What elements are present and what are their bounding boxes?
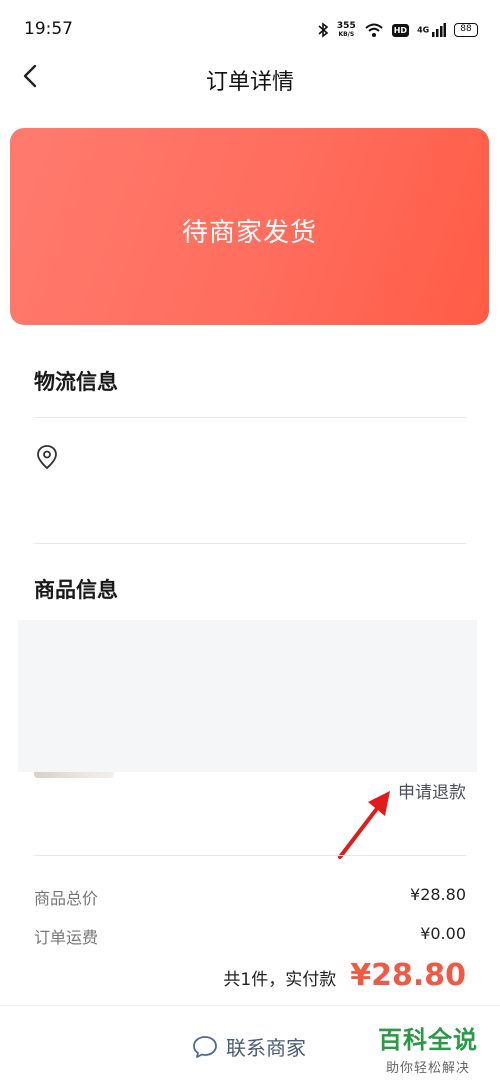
battery-icon: 88: [454, 23, 478, 37]
logistics-title: 物流信息: [34, 370, 118, 394]
signal-4g: 4G: [417, 23, 446, 37]
network-speed: 355 KB/S: [336, 21, 356, 39]
product-thumbnail: [34, 772, 114, 778]
status-bar: 19:57 355 KB/S HD 4G 88: [0, 0, 500, 56]
status-time: 19:57: [24, 19, 73, 39]
chat-bubble-icon: [193, 1035, 217, 1058]
total-count: 共1件，实付款: [223, 970, 337, 990]
watermark-subtitle: 助你轻松解决: [385, 1061, 470, 1076]
price-value: ¥28.80: [410, 885, 466, 904]
nav-bar: 订单详情: [0, 52, 500, 104]
divider: [34, 417, 466, 418]
wifi-icon: [365, 23, 383, 37]
price-row-shipping: 订单运费 ¥0.00: [34, 924, 466, 948]
total-amount: ¥28.80: [350, 958, 466, 993]
divider: [34, 855, 466, 856]
refund-button[interactable]: 申请退款: [398, 778, 466, 803]
hd-icon: HD: [391, 23, 410, 37]
watermark-title: 百科全说: [378, 1026, 478, 1054]
location-pin-icon[interactable]: [36, 444, 58, 470]
contact-seller-button[interactable]: 联系商家: [192, 1032, 306, 1061]
watermark-logo: 百科全说 助你轻松解决: [370, 1020, 486, 1076]
contact-seller-label: 联系商家: [226, 1036, 306, 1060]
signal-bars-icon: [432, 23, 446, 37]
price-value: ¥0.00: [420, 924, 466, 943]
order-status-banner: 待商家发货: [10, 128, 489, 325]
order-status-text: 待商家发货: [181, 218, 317, 248]
price-label: 商品总价: [34, 889, 99, 908]
product-card[interactable]: [18, 620, 477, 772]
status-icons: 355 KB/S HD 4G 88: [317, 19, 478, 41]
price-label: 订单运费: [34, 928, 99, 947]
goods-title: 商品信息: [34, 578, 118, 602]
page-title: 订单详情: [205, 70, 294, 95]
total-row: 共1件，实付款 ¥28.80: [223, 958, 466, 998]
bluetooth-icon: [318, 22, 329, 38]
price-row-goods-total: 商品总价 ¥28.80: [34, 885, 466, 909]
divider: [34, 543, 466, 544]
annotation-arrow-icon: [338, 791, 390, 859]
